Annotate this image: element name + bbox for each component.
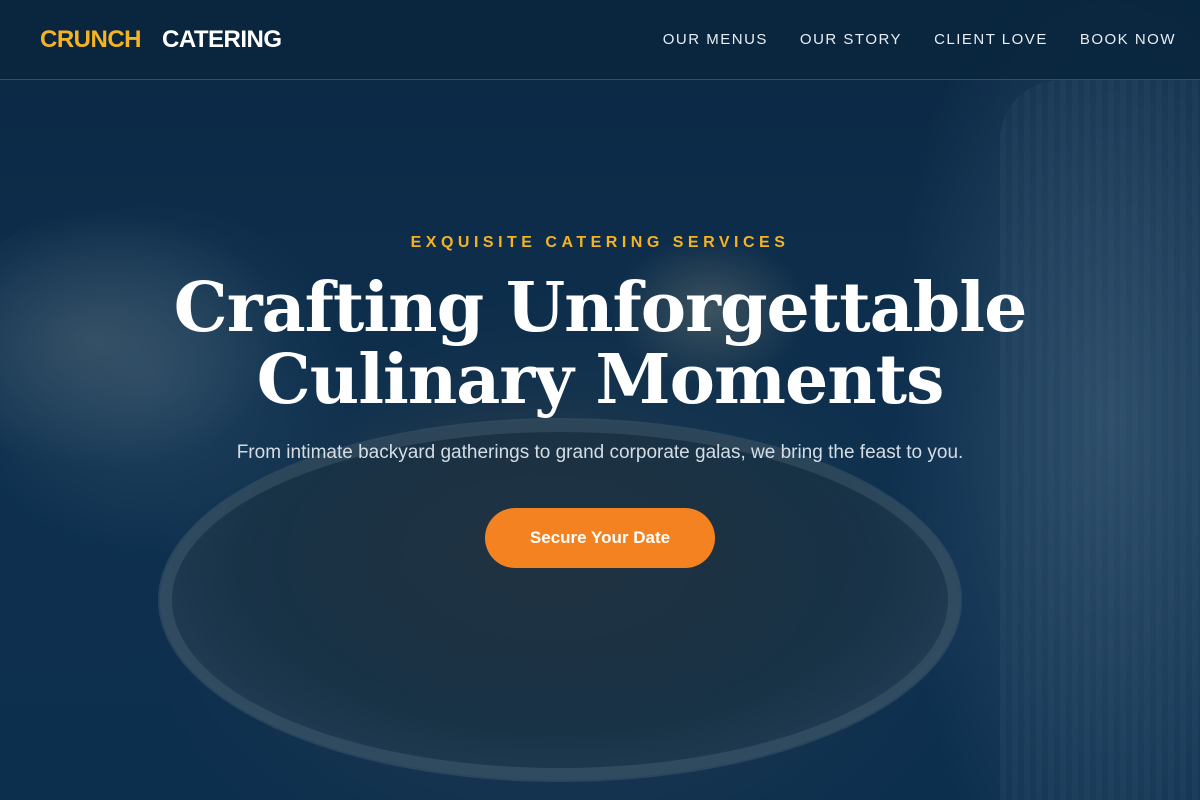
brand-logo[interactable]: CRUNCH CATERING [40,26,282,54]
hero-section: EXQUISITE CATERING SERVICES Crafting Unf… [0,80,1200,800]
site-header: CRUNCH CATERING OUR MENUS OUR STORY CLIE… [0,0,1200,80]
logo-word-catering: CATERING [162,25,282,53]
nav-item-client-love[interactable]: CLIENT LOVE [934,31,1048,48]
hero-headline-line-2: Culinary Moments [256,340,945,420]
nav-item-book-now[interactable]: BOOK NOW [1080,31,1176,48]
hero-eyebrow: EXQUISITE CATERING SERVICES [410,234,790,251]
hero-headline: Crafting Unforgettable Culinary Moments [100,272,1100,416]
nav-item-our-menus[interactable]: OUR MENUS [663,31,768,48]
secure-your-date-button[interactable]: Secure Your Date [485,508,715,568]
main-nav: OUR MENUS OUR STORY CLIENT LOVE BOOK NOW [663,31,1176,48]
hero-headline-line-1: Crafting Unforgettable [173,268,1028,348]
hero-subheadline: From intimate backyard gatherings to gra… [236,442,964,463]
nav-item-our-story[interactable]: OUR STORY [800,31,902,48]
logo-word-crunch: CRUNCH [40,25,142,53]
